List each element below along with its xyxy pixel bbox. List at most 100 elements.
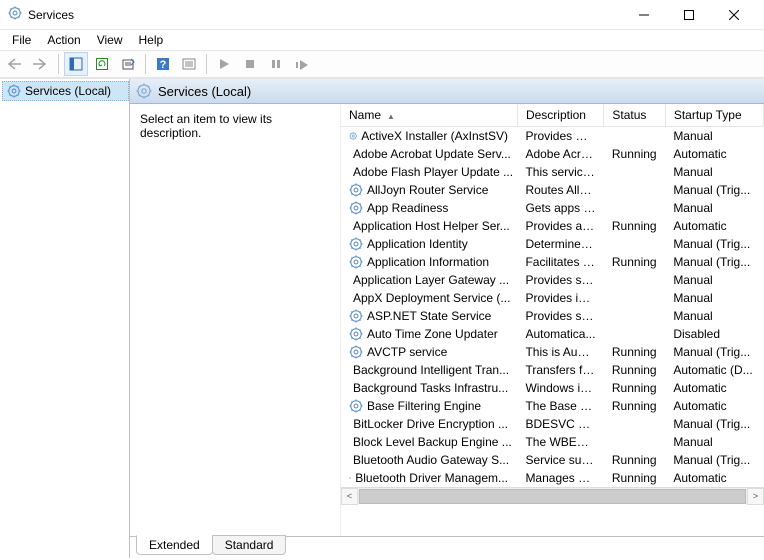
- toolbar-separator: [58, 54, 59, 74]
- service-name: Application Host Helper Ser...: [353, 219, 510, 233]
- gear-icon: [349, 183, 363, 197]
- gear-icon: [7, 84, 21, 98]
- service-description: Facilitates t...: [517, 253, 603, 271]
- horizontal-scrollbar[interactable]: < >: [341, 487, 764, 504]
- refresh-button[interactable]: [90, 52, 114, 76]
- forward-button[interactable]: [29, 52, 53, 76]
- service-description: Routes AllJo...: [517, 181, 603, 199]
- nav-item-services-local[interactable]: Services (Local): [2, 81, 129, 101]
- table-row[interactable]: Background Tasks Infrastru...Windows in.…: [341, 379, 764, 397]
- service-startup: Manual (Trig...: [665, 451, 763, 469]
- table-row[interactable]: AllJoyn Router ServiceRoutes AllJo...Man…: [341, 181, 764, 199]
- col-header-name[interactable]: Name▲: [341, 104, 517, 127]
- menu-file[interactable]: File: [4, 31, 39, 49]
- service-status: Running: [604, 451, 665, 469]
- gear-icon: [349, 471, 351, 485]
- menu-view[interactable]: View: [89, 31, 131, 49]
- service-status: [604, 289, 665, 307]
- service-name: ActiveX Installer (AxInstSV): [361, 129, 508, 143]
- back-button[interactable]: [3, 52, 27, 76]
- service-description: Provides su...: [517, 271, 603, 289]
- service-status: Running: [604, 217, 665, 235]
- service-name: Background Tasks Infrastru...: [353, 381, 508, 395]
- table-row[interactable]: AVCTP serviceThis is Audi...RunningManua…: [341, 343, 764, 361]
- gear-icon: [349, 255, 363, 269]
- table-row[interactable]: App ReadinessGets apps re...Manual: [341, 199, 764, 217]
- maximize-button[interactable]: [666, 1, 711, 29]
- table-row[interactable]: AppX Deployment Service (...Provides inf…: [341, 289, 764, 307]
- close-button[interactable]: [711, 1, 756, 29]
- service-name: Application Identity: [367, 237, 468, 251]
- scroll-right-arrow[interactable]: >: [747, 488, 764, 505]
- col-header-status[interactable]: Status: [604, 104, 665, 127]
- properties-button[interactable]: [177, 52, 201, 76]
- menu-help[interactable]: Help: [131, 31, 172, 49]
- service-status: Running: [604, 397, 665, 415]
- service-startup: Manual (Trig...: [665, 415, 763, 433]
- table-row[interactable]: BitLocker Drive Encryption ...BDESVC hos…: [341, 415, 764, 433]
- service-status: [604, 235, 665, 253]
- service-description: Manages BT...: [517, 469, 603, 487]
- service-startup: Manual: [665, 433, 763, 451]
- content-header-title: Services (Local): [158, 84, 251, 99]
- table-row[interactable]: ASP.NET State ServiceProvides su...Manua…: [341, 307, 764, 325]
- service-description: The Base Fil...: [517, 397, 603, 415]
- services-table-pane: Name▲ Description Status Startup Type Ac…: [340, 104, 764, 536]
- scroll-left-arrow[interactable]: <: [341, 488, 358, 505]
- service-status: Running: [604, 379, 665, 397]
- table-row[interactable]: Bluetooth Audio Gateway S...Service sup.…: [341, 451, 764, 469]
- service-status: [604, 181, 665, 199]
- table-row[interactable]: Application Layer Gateway ...Provides su…: [341, 271, 764, 289]
- service-status: Running: [604, 361, 665, 379]
- table-row[interactable]: Application Host Helper Ser... Provides a…: [341, 217, 764, 235]
- window-title: Services: [28, 8, 621, 22]
- main-area: Services (Local) Services (Local) Select…: [0, 78, 764, 558]
- table-row[interactable]: Application IdentityDetermines ...Manual…: [341, 235, 764, 253]
- service-startup: Automatic (D...: [665, 361, 763, 379]
- service-name: Base Filtering Engine: [367, 399, 481, 413]
- service-status: [604, 433, 665, 451]
- service-description: Provides ad...: [517, 217, 603, 235]
- export-list-button[interactable]: [116, 52, 140, 76]
- stop-service-button[interactable]: [238, 52, 262, 76]
- view-tabbar: Extended Standard: [130, 536, 764, 558]
- tab-standard[interactable]: Standard: [212, 535, 287, 555]
- col-header-description[interactable]: Description: [517, 104, 603, 127]
- service-startup: Manual (Trig...: [665, 253, 763, 271]
- help-button[interactable]: ?: [151, 52, 175, 76]
- table-row[interactable]: Adobe Flash Player Update ...This servic…: [341, 163, 764, 181]
- menu-action[interactable]: Action: [39, 31, 88, 49]
- table-row[interactable]: Background Intelligent Tran...Transfers …: [341, 361, 764, 379]
- table-row[interactable]: Application InformationFacilitates t...R…: [341, 253, 764, 271]
- table-row[interactable]: Adobe Acrobat Update Serv...Adobe Acro..…: [341, 145, 764, 163]
- show-hide-tree-button[interactable]: [64, 52, 88, 76]
- service-description: Automatica...: [517, 325, 603, 343]
- content-header: Services (Local): [130, 79, 764, 104]
- table-row[interactable]: Auto Time Zone UpdaterAutomatica...Disab…: [341, 325, 764, 343]
- service-description: This is Audi...: [517, 343, 603, 361]
- pause-service-button[interactable]: [264, 52, 288, 76]
- service-startup: Manual (Trig...: [665, 235, 763, 253]
- table-row[interactable]: Base Filtering Engine The Base Fil...Runn…: [341, 397, 764, 415]
- minimize-button[interactable]: [621, 1, 666, 29]
- service-status: [604, 307, 665, 325]
- table-row[interactable]: Bluetooth Driver Managem... Manages BT...…: [341, 469, 764, 487]
- service-startup: Automatic: [665, 145, 763, 163]
- scroll-thumb[interactable]: [359, 489, 746, 504]
- service-description: Gets apps re...: [517, 199, 603, 217]
- start-service-button[interactable]: [212, 52, 236, 76]
- table-row[interactable]: Block Level Backup Engine ...The WBENG..…: [341, 433, 764, 451]
- restart-service-button[interactable]: [290, 52, 314, 76]
- service-status: Running: [604, 469, 665, 487]
- titlebar: Services: [0, 0, 764, 30]
- table-row[interactable]: ActiveX Installer (AxInstSV)Provides Us.…: [341, 127, 764, 146]
- description-text: Select an item to view its description.: [140, 112, 272, 140]
- service-name: Application Information: [367, 255, 489, 269]
- description-pane: Select an item to view its description.: [130, 104, 340, 536]
- app-icon: [8, 6, 22, 23]
- tab-extended[interactable]: Extended: [136, 535, 213, 555]
- service-name: Bluetooth Driver Managem...: [355, 471, 508, 485]
- toolbar-separator: [145, 54, 146, 74]
- service-startup: Manual: [665, 307, 763, 325]
- col-header-startup[interactable]: Startup Type: [665, 104, 763, 127]
